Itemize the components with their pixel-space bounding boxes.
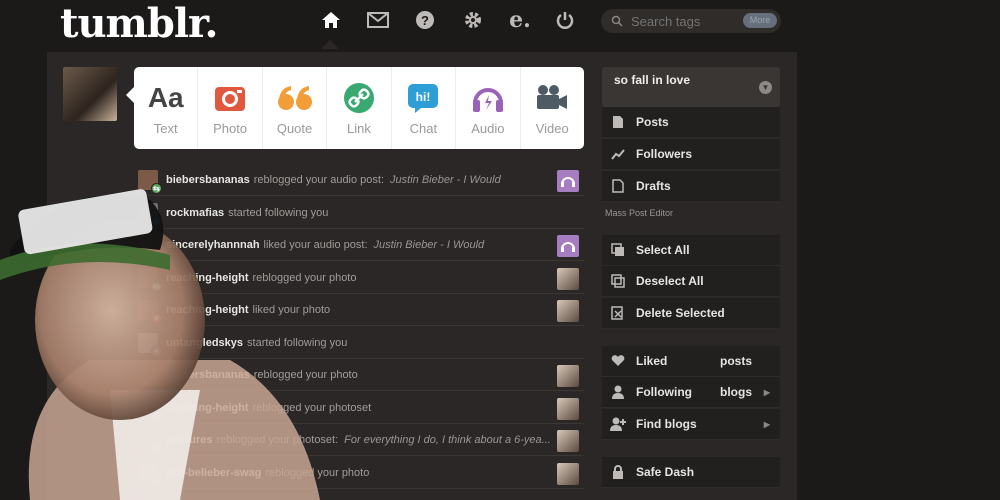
- sidebar-item-extra: blogs: [720, 385, 752, 399]
- post-type-bar: Aa Text Photo Quote Link hi! Chat Audio: [126, 67, 584, 149]
- svg-text:hi!: hi!: [416, 90, 431, 104]
- sidebar-item-deselect-all[interactable]: Deselect All: [602, 266, 780, 297]
- post-video-button[interactable]: Video: [521, 67, 584, 149]
- photo-thumbnail[interactable]: [557, 267, 579, 290]
- search-more-button[interactable]: More: [743, 13, 777, 28]
- settings-icon[interactable]: [461, 8, 485, 32]
- post-type-label: Text: [153, 120, 178, 136]
- chart-icon: [610, 146, 626, 162]
- blog-title: so fall in love: [614, 73, 691, 87]
- photo-thumbnail[interactable]: [557, 300, 579, 322]
- sidebar-item-posts[interactable]: Posts: [602, 107, 780, 138]
- quote-icon: [277, 81, 313, 115]
- sidebar-item-liked[interactable]: Liked posts: [602, 346, 780, 377]
- mail-icon[interactable]: [366, 8, 390, 32]
- help-icon[interactable]: ?: [413, 8, 437, 32]
- top-bar: tumblr. ? e. More: [0, 0, 1000, 49]
- mass-post-editor-caption: Mass Post Editor: [605, 208, 674, 218]
- sidebar-item-select-all[interactable]: Select All: [602, 235, 780, 266]
- deselect-icon: [610, 273, 626, 289]
- post-type-label: Audio: [471, 120, 505, 136]
- search-icon: [611, 15, 623, 27]
- sidebar-item-label: Deselect All: [636, 274, 704, 288]
- sidebar-item-label: Liked: [636, 354, 668, 368]
- sidebar-item-label: Drafts: [636, 179, 671, 193]
- post-text-button[interactable]: Aa Text: [134, 67, 199, 149]
- post-chat-button[interactable]: hi! Chat: [392, 67, 457, 149]
- sidebar-item-drafts[interactable]: Drafts: [602, 171, 780, 202]
- lock-icon: [610, 464, 626, 480]
- sidebar-item-delete-selected[interactable]: Delete Selected: [602, 298, 780, 329]
- document-icon: [610, 114, 626, 130]
- sidebar-item-label: Followers: [636, 147, 693, 161]
- chevron-right-icon: ▶: [763, 419, 770, 429]
- audio-thumb-icon[interactable]: [557, 170, 579, 192]
- delete-icon: [610, 305, 626, 321]
- activity-post-title[interactable]: Justin Bieber - I Would: [374, 239, 485, 251]
- sidebar-item-label: Select All: [636, 243, 690, 257]
- background-photo: [0, 160, 340, 500]
- post-quote-button[interactable]: Quote: [263, 67, 328, 149]
- chat-icon: hi!: [407, 81, 439, 115]
- post-type-label: Photo: [213, 120, 248, 136]
- sidebar-item-label: Posts: [636, 115, 669, 129]
- activity-post-title[interactable]: Justin Bieber - I Would: [390, 174, 501, 186]
- sidebar-item-safe-dash[interactable]: Safe Dash: [602, 457, 780, 488]
- audio-thumb-icon[interactable]: [557, 235, 579, 257]
- active-nav-indicator: [321, 40, 339, 49]
- draft-icon: [610, 178, 626, 194]
- power-icon[interactable]: [553, 8, 577, 32]
- home-icon[interactable]: [319, 8, 343, 32]
- tumblr-logo[interactable]: tumblr.: [60, 0, 218, 47]
- chevron-right-icon: ▶: [763, 387, 770, 397]
- photo-thumbnail[interactable]: [557, 365, 579, 387]
- search-input[interactable]: [631, 13, 741, 29]
- add-person-icon: [610, 416, 626, 432]
- activity-post-title[interactable]: For everything I do, I think about a 6-y…: [344, 434, 551, 446]
- post-audio-button[interactable]: Audio: [456, 67, 521, 149]
- svg-text:?: ?: [421, 13, 429, 28]
- blog-selector[interactable]: so fall in love ▼: [602, 67, 780, 107]
- sidebar-item-extra: posts: [720, 354, 753, 368]
- photo-thumbnail[interactable]: [557, 430, 579, 452]
- post-type-label: Quote: [276, 120, 313, 136]
- edit-icon[interactable]: e.: [508, 7, 532, 33]
- post-link-button[interactable]: Link: [327, 67, 392, 149]
- sidebar-item-label: Safe Dash: [636, 465, 695, 479]
- search-bar[interactable]: More: [601, 9, 781, 33]
- photo-thumbnail[interactable]: [557, 397, 579, 420]
- post-type-label: Video: [535, 120, 569, 136]
- chevron-down-icon[interactable]: ▼: [759, 81, 772, 94]
- sidebar-item-label: Delete Selected: [636, 306, 725, 320]
- avatar[interactable]: [63, 67, 117, 121]
- headphones-icon: [471, 81, 505, 115]
- post-type-label: Chat: [409, 120, 438, 136]
- sidebar-item-label: Find blogs: [636, 417, 697, 431]
- link-icon: [343, 81, 375, 115]
- sidebar-item-following[interactable]: Following blogs ▶: [602, 377, 780, 408]
- camera-icon: [214, 81, 246, 115]
- text-icon: Aa: [147, 81, 184, 113]
- person-icon: [610, 384, 626, 400]
- sidebar-item-find-blogs[interactable]: Find blogs ▶: [602, 409, 780, 440]
- select-all-icon: [610, 242, 626, 258]
- post-photo-button[interactable]: Photo: [198, 67, 263, 149]
- post-type-label: Link: [347, 120, 371, 136]
- sidebar-item-followers[interactable]: Followers: [602, 139, 780, 170]
- heart-icon: [610, 353, 626, 369]
- video-camera-icon: [535, 81, 569, 115]
- photo-thumbnail[interactable]: [557, 462, 579, 485]
- sidebar-item-label: Following: [636, 385, 692, 399]
